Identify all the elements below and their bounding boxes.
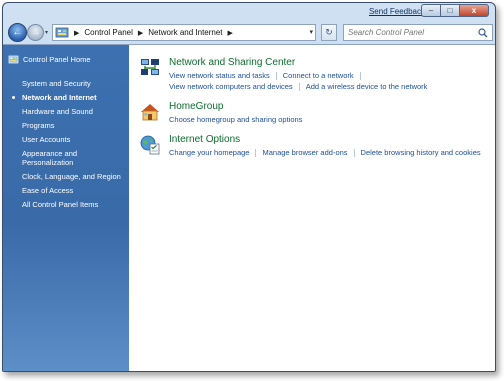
sidebar-item-system-and-security[interactable]: System and Security — [3, 77, 129, 91]
minimize-button[interactable]: – — [421, 4, 440, 17]
sidebar-item-all-items[interactable]: All Control Panel Items — [3, 198, 129, 212]
sidebar-item-appearance-and-personalization[interactable]: Appearance and Personalization — [3, 147, 99, 170]
link-separator — [353, 148, 355, 157]
link-choose-homegroup-options[interactable]: Choose homegroup and sharing options — [169, 114, 302, 125]
breadcrumb-control-panel[interactable]: Control Panel — [84, 28, 132, 37]
back-button[interactable]: ← — [8, 23, 27, 42]
link-separator — [255, 148, 257, 157]
maximize-button[interactable]: □ — [440, 4, 459, 17]
sidebar: Control Panel Home System and Security N… — [3, 45, 129, 371]
link-add-wireless-device[interactable]: Add a wireless device to the network — [306, 81, 428, 92]
address-bar[interactable]: ▶ Control Panel ▶ Network and Internet ▶… — [52, 24, 316, 41]
internet-options-icon — [139, 134, 161, 156]
category-homegroup: HomeGroup Choose homegroup and sharing o… — [139, 101, 302, 125]
link-separator — [275, 71, 277, 80]
address-dropdown[interactable]: ▾ — [309, 28, 313, 36]
sidebar-item-network-and-internet[interactable]: Network and Internet — [3, 91, 129, 105]
sidebar-item-clock-language-region[interactable]: Clock, Language, and Region — [3, 170, 129, 184]
breadcrumb-separator[interactable]: ▶ — [74, 29, 79, 37]
link-separator — [359, 71, 361, 80]
forward-button[interactable]: → — [27, 24, 44, 41]
homegroup-icon — [139, 101, 161, 123]
sidebar-item-user-accounts[interactable]: User Accounts — [3, 133, 129, 147]
send-feedback-link[interactable]: Send Feedback — [369, 7, 425, 16]
close-button[interactable]: x — [459, 4, 489, 17]
category-title-network-sharing[interactable]: Network and Sharing Center — [169, 57, 495, 69]
category-title-homegroup[interactable]: HomeGroup — [169, 101, 302, 113]
link-separator — [298, 82, 300, 91]
sidebar-item-programs[interactable]: Programs — [3, 119, 129, 133]
sidebar-home-link[interactable]: Control Panel Home — [8, 54, 129, 65]
recent-pages-dropdown[interactable]: ▾ — [45, 29, 48, 36]
breadcrumb-network-and-internet[interactable]: Network and Internet — [148, 28, 222, 37]
control-panel-icon — [55, 26, 69, 40]
category-network-sharing: Network and Sharing Center View network … — [139, 57, 495, 92]
refresh-button[interactable]: ↻ — [321, 24, 337, 41]
link-manage-add-ons[interactable]: Manage browser add-ons — [262, 147, 347, 158]
navigation-bar: ← → ▾ ▶ Control Panel ▶ Network and Inte… — [3, 22, 495, 44]
link-connect-to-network[interactable]: Connect to a network — [283, 70, 354, 81]
link-delete-browsing-history[interactable]: Delete browsing history and cookies — [361, 147, 481, 158]
link-change-homepage[interactable]: Change your homepage — [169, 147, 249, 158]
network-sharing-icon — [139, 57, 161, 79]
search-box[interactable] — [343, 24, 493, 41]
sidebar-item-ease-of-access[interactable]: Ease of Access — [3, 184, 129, 198]
sidebar-home-label: Control Panel Home — [23, 55, 91, 64]
search-input[interactable] — [348, 28, 476, 37]
category-title-internet-options[interactable]: Internet Options — [169, 134, 481, 146]
title-bar: Send Feedback – □ x — [3, 3, 495, 21]
main-panel: Network and Sharing Center View network … — [129, 45, 495, 371]
control-panel-home-icon — [8, 54, 19, 65]
category-internet-options: Internet Options Change your homepage Ma… — [139, 134, 481, 158]
sidebar-category-list: System and Security Network and Internet… — [3, 77, 129, 212]
link-view-network-status[interactable]: View network status and tasks — [169, 70, 270, 81]
content-area: Control Panel Home System and Security N… — [3, 44, 495, 371]
search-icon[interactable] — [478, 28, 488, 40]
link-view-network-computers[interactable]: View network computers and devices — [169, 81, 293, 92]
caption-buttons: – □ x — [421, 4, 489, 17]
control-panel-window: Send Feedback – □ x ← → ▾ ▶ Control Pane… — [2, 2, 496, 372]
breadcrumb-separator[interactable]: ▶ — [138, 29, 143, 37]
sidebar-item-hardware-and-sound[interactable]: Hardware and Sound — [3, 105, 129, 119]
breadcrumb-separator[interactable]: ▶ — [228, 29, 233, 37]
